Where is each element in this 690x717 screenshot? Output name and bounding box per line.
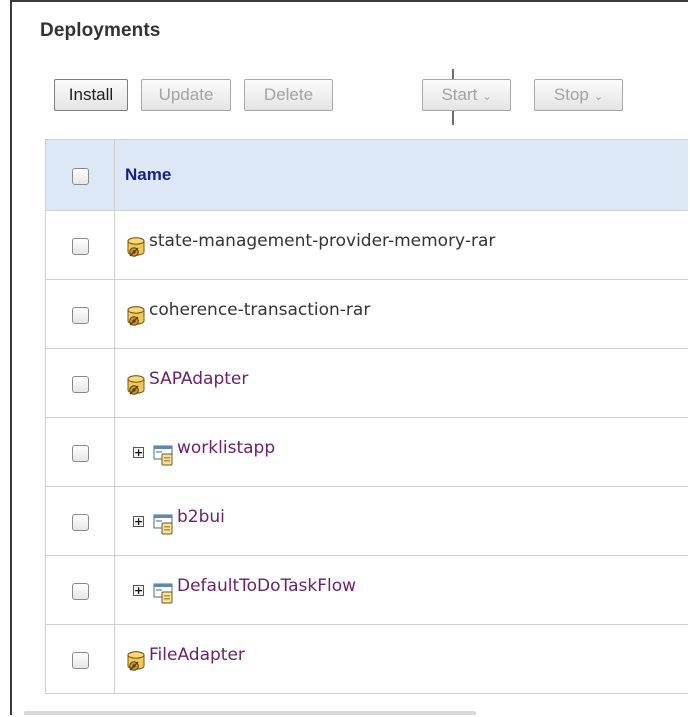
name-column-label: Name [125, 165, 172, 184]
deployments-table: Name state-management-provider-memory-ra… [45, 139, 688, 694]
install-button-label: Install [68, 85, 114, 104]
enterprise-app-icon [153, 576, 175, 604]
name-cell: state-management-provider-memory-rar [114, 210, 688, 280]
deployment-name-link[interactable]: FileAdapter [149, 645, 245, 665]
row-checkbox[interactable] [71, 237, 89, 255]
row-checkbox[interactable] [71, 513, 89, 531]
name-cell-content: state-management-provider-memory-rar [125, 211, 688, 279]
row-checkbox[interactable] [71, 306, 89, 324]
name-cell: coherence-transaction-rar [114, 279, 688, 349]
row-select-cell [45, 555, 115, 625]
select-all-checkbox[interactable] [71, 167, 89, 185]
name-cell: FileAdapter [114, 624, 688, 694]
name-cell: + worklistapp [114, 417, 688, 487]
deployment-name-link[interactable]: SAPAdapter [149, 369, 248, 389]
row-checkbox[interactable] [71, 444, 89, 462]
update-button[interactable]: Update [141, 79, 231, 111]
name-cell-content: SAPAdapter [125, 349, 688, 417]
row-select-cell [45, 210, 115, 280]
row-select-cell [45, 279, 115, 349]
resource-adapter-icon [125, 369, 147, 397]
table-row: coherence-transaction-rar [45, 279, 688, 349]
start-button-label: Start [441, 85, 478, 104]
start-button[interactable]: Start ⌄ [422, 79, 511, 111]
chevron-down-icon: ⌄ [482, 90, 492, 103]
deployment-name-link[interactable]: state-management-provider-memory-rar [149, 231, 495, 251]
row-checkbox[interactable] [71, 582, 89, 600]
chevron-down-icon: ⌄ [593, 90, 604, 103]
delete-button[interactable]: Delete [244, 79, 333, 111]
panel-title: Deployments [40, 20, 161, 41]
enterprise-app-icon [153, 507, 175, 535]
table-row: + worklistapp [45, 417, 688, 487]
table-row: state-management-provider-memory-rar [45, 210, 688, 280]
row-select-cell [45, 417, 115, 487]
table-row: SAPAdapter [45, 348, 688, 418]
resource-adapter-icon [125, 231, 147, 259]
name-cell: + DefaultToDoTaskFlow [114, 555, 688, 625]
name-column-header[interactable]: Name [114, 139, 688, 211]
name-cell-content: + DefaultToDoTaskFlow [125, 556, 688, 624]
name-cell: + b2bui [114, 486, 688, 556]
enterprise-app-icon [153, 438, 175, 466]
horizontal-scrollbar[interactable] [24, 711, 476, 715]
install-button[interactable]: Install [54, 79, 128, 111]
name-cell-content: coherence-transaction-rar [125, 280, 688, 348]
row-checkbox[interactable] [71, 651, 89, 669]
table-row: + DefaultToDoTaskFlow [45, 555, 688, 625]
row-select-cell [45, 624, 115, 694]
deployments-toolbar: Install Update Delete Start ⌄ Stop ⌄ [54, 69, 688, 127]
row-select-cell [45, 348, 115, 418]
select-all-cell [45, 139, 115, 211]
expand-icon[interactable]: + [133, 515, 144, 527]
table-row: FileAdapter [45, 624, 688, 694]
expand-icon[interactable]: + [133, 584, 144, 596]
delete-button-label: Delete [263, 85, 314, 104]
name-cell-content: FileAdapter [125, 625, 688, 693]
table-header-row: Name [45, 139, 688, 211]
name-cell-content: + worklistapp [125, 418, 688, 486]
deployment-name-link[interactable]: worklistapp [177, 438, 275, 458]
row-checkbox[interactable] [71, 375, 89, 393]
deployment-name-link[interactable]: b2bui [177, 507, 225, 527]
deployment-name-link[interactable]: coherence-transaction-rar [149, 300, 370, 320]
update-button-label: Update [158, 85, 214, 104]
resource-adapter-icon [125, 645, 147, 673]
table-row: + b2bui [45, 486, 688, 556]
name-cell-content: + b2bui [125, 487, 688, 555]
name-cell: SAPAdapter [114, 348, 688, 418]
resource-adapter-icon [125, 300, 147, 328]
expand-icon[interactable]: + [133, 446, 144, 458]
deployments-panel: Deployments Install Update Delete Start … [10, 0, 688, 715]
stop-button[interactable]: Stop ⌄ [534, 79, 623, 111]
row-select-cell [45, 486, 115, 556]
stop-button-label: Stop [553, 85, 589, 104]
deployment-name-link[interactable]: DefaultToDoTaskFlow [177, 576, 356, 596]
